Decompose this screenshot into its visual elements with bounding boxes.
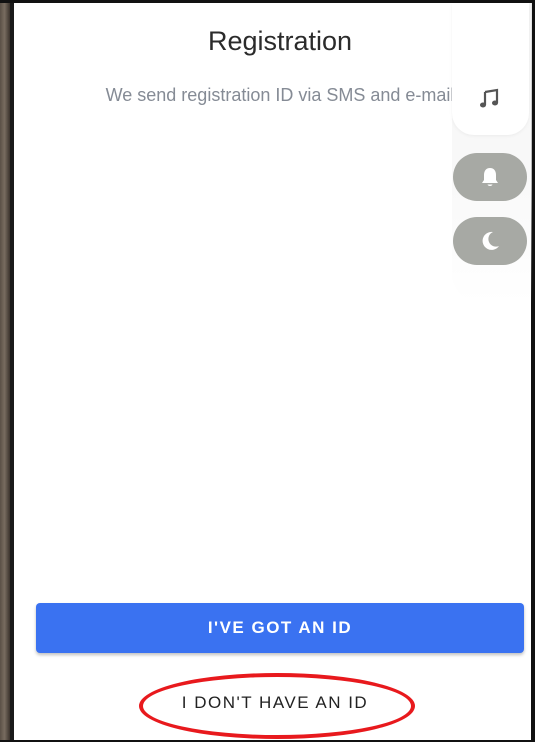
page-subtitle: We send registration ID via SMS and e-ma… [105, 85, 455, 105]
page-title: Registration [207, 26, 353, 56]
app-screen: Registration We send registration ID via… [0, 0, 535, 742]
device-bezel-left-inner [10, 0, 14, 742]
music-note-icon[interactable] [479, 88, 501, 110]
dark-mode-toggle[interactable] [453, 217, 527, 265]
no-id-button[interactable]: I DON'T HAVE AN ID [150, 683, 400, 723]
device-bezel-left [0, 0, 10, 742]
have-id-button[interactable]: I'VE GOT AN ID [36, 603, 524, 653]
music-control-card[interactable] [452, 3, 529, 135]
notification-toggle[interactable] [453, 153, 527, 201]
